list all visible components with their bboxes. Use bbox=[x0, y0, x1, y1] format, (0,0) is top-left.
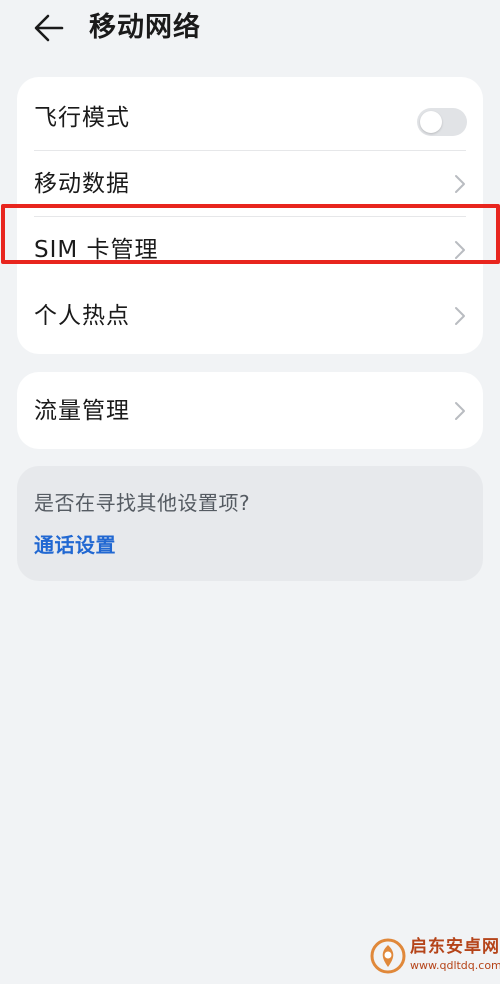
chevron-right-icon bbox=[455, 402, 465, 420]
mobile-data-row[interactable]: 移动数据 bbox=[17, 151, 483, 217]
watermark-logo-icon bbox=[370, 938, 406, 974]
personal-hotspot-row[interactable]: 个人热点 bbox=[17, 283, 483, 349]
watermark-url: www.qdltdq.com bbox=[410, 959, 500, 972]
watermark-name: 启东安卓网 bbox=[410, 937, 500, 957]
traffic-card: 流量管理 bbox=[17, 372, 483, 449]
toggle-knob bbox=[420, 111, 442, 133]
arrow-left-icon bbox=[34, 14, 64, 42]
suggestion-prompt: 是否在寻找其他设置项? bbox=[34, 491, 251, 515]
sim-card-management-label: SIM 卡管理 bbox=[34, 237, 159, 263]
chevron-right-icon bbox=[455, 307, 465, 325]
traffic-management-label: 流量管理 bbox=[34, 398, 130, 424]
personal-hotspot-label: 个人热点 bbox=[34, 303, 130, 329]
mobile-data-label: 移动数据 bbox=[34, 171, 130, 197]
watermark: 启东安卓网 www.qdltdq.com bbox=[364, 930, 500, 984]
airplane-mode-row[interactable]: 飞行模式 bbox=[17, 85, 483, 151]
traffic-management-row[interactable]: 流量管理 bbox=[17, 378, 483, 444]
sim-card-management-row[interactable]: SIM 卡管理 bbox=[17, 217, 483, 283]
chevron-right-icon bbox=[455, 175, 465, 193]
call-settings-link[interactable]: 通话设置 bbox=[34, 530, 116, 560]
back-button[interactable] bbox=[30, 10, 70, 46]
suggestion-card: 是否在寻找其他设置项? 通话设置 bbox=[17, 466, 483, 581]
airplane-mode-toggle[interactable] bbox=[417, 108, 467, 136]
page-title: 移动网络 bbox=[89, 12, 201, 43]
header: 移动网络 bbox=[0, 0, 500, 56]
network-settings-card: 飞行模式 移动数据 SIM 卡管理 个人热点 bbox=[17, 77, 483, 354]
chevron-right-icon bbox=[455, 241, 465, 259]
airplane-mode-label: 飞行模式 bbox=[34, 105, 130, 131]
